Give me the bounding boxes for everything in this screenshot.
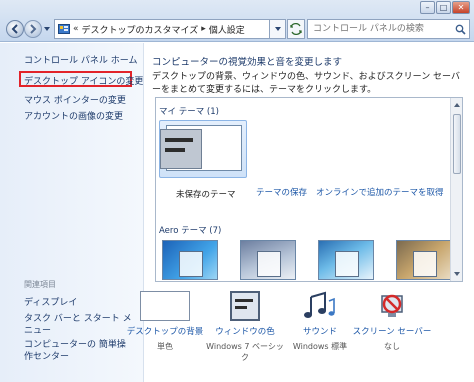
- aero-themes-title: Aero テーマ (7): [159, 226, 222, 236]
- display-link[interactable]: ディスプレイ: [24, 295, 77, 308]
- arrow-right-icon: [30, 24, 37, 34]
- scrollbar-thumb[interactable]: [453, 114, 461, 174]
- window-color-icon: [230, 291, 260, 321]
- theme-window-preview: [160, 129, 202, 169]
- search-input[interactable]: [313, 21, 453, 37]
- aero-theme-tile[interactable]: [240, 240, 296, 280]
- taskbar-start-menu-link[interactable]: タスク バーと スタート メニュー: [24, 313, 134, 337]
- sound-link[interactable]: サウンド: [280, 325, 360, 337]
- screensaver-icon: [381, 294, 403, 317]
- scroll-down-icon[interactable]: [453, 270, 461, 278]
- forward-button[interactable]: [24, 20, 42, 38]
- aero-theme-tile[interactable]: [318, 240, 374, 280]
- page-description: デスクトップの背景、ウィンドウの色、サウンド、およびスクリーン セーバーをまとめ…: [152, 72, 460, 95]
- left-navigation-pane: コントロール パネル ホーム デスクトップ アイコンの変更 マウス ポインターの…: [0, 43, 144, 382]
- address-bar[interactable]: « デスクトップのカスタマイズ ▸ 個人設定: [54, 19, 270, 39]
- window-color-setting[interactable]: ウィンドウの色 Windows 7 ベーシック: [205, 291, 285, 363]
- scroll-up-icon[interactable]: [453, 101, 461, 109]
- refresh-button[interactable]: [287, 19, 305, 39]
- screensaver-link[interactable]: スクリーン セーバー: [352, 325, 432, 337]
- desktop-background-icon: [140, 291, 190, 321]
- path-separator: «: [73, 24, 79, 34]
- change-desktop-icons-link[interactable]: デスクトップ アイコンの変更: [24, 74, 143, 87]
- address-dropdown-button[interactable]: [270, 19, 286, 39]
- sound-setting[interactable]: サウンド Windows 標準: [280, 291, 360, 352]
- theme-list[interactable]: マイ テーマ (1) 未保存のテーマ テーマの保存 オンラインで追加のテーマを取…: [155, 97, 463, 282]
- screensaver-setting[interactable]: スクリーン セーバー なし: [352, 291, 432, 352]
- desktop-background-value: 単色: [157, 342, 173, 351]
- chevron-down-icon: [274, 27, 281, 31]
- breadcrumb-item-current[interactable]: 個人設定: [209, 23, 245, 36]
- theme-list-scrollbar[interactable]: [450, 98, 462, 281]
- change-mouse-pointers-link[interactable]: マウス ポインターの変更: [24, 93, 126, 106]
- unsaved-theme-label: 未保存のテーマ: [176, 190, 236, 200]
- breadcrumb-separator[interactable]: ▸: [201, 24, 206, 34]
- my-themes-title: マイ テーマ (1): [159, 107, 219, 117]
- control-panel-icon: [58, 24, 70, 34]
- title-bar: – □ ✕ « デスクトップのカスタマイズ ▸ 個人設定: [0, 0, 474, 42]
- desktop-background-link[interactable]: デスクトップの背景: [125, 325, 205, 337]
- related-section-title: 関連項目: [24, 280, 56, 289]
- maximize-button[interactable]: □: [436, 1, 451, 14]
- close-button[interactable]: ✕: [452, 1, 470, 14]
- window-controls: – □ ✕: [420, 1, 470, 14]
- window-color-value: Windows 7 ベーシック: [206, 342, 284, 362]
- save-theme-link[interactable]: テーマの保存: [256, 186, 307, 198]
- refresh-icon: [290, 23, 302, 35]
- arrow-left-icon: [11, 24, 18, 34]
- main-content: コンピューターの視覚効果と音を変更します デスクトップの背景、ウィンドウの色、サ…: [127, 43, 474, 382]
- control-panel-home-link[interactable]: コントロール パネル ホーム: [24, 53, 137, 66]
- sound-icon: [304, 291, 335, 318]
- back-button[interactable]: [6, 20, 24, 38]
- desktop-background-setting[interactable]: デスクトップの背景 単色: [125, 291, 205, 352]
- aero-theme-tile[interactable]: [162, 240, 218, 280]
- unsaved-theme-tile[interactable]: 未保存のテーマ: [159, 120, 247, 200]
- page-title: コンピューターの視覚効果と音を変更します: [152, 57, 343, 68]
- get-more-themes-online-link[interactable]: オンラインで追加のテーマを取得: [316, 186, 444, 198]
- breadcrumb-item[interactable]: デスクトップのカスタマイズ: [82, 23, 199, 36]
- minimize-button[interactable]: –: [420, 1, 435, 14]
- ease-of-access-center-link[interactable]: コンピューターの 簡単操作センター: [24, 339, 134, 363]
- aero-theme-tile[interactable]: [396, 240, 452, 280]
- search-box[interactable]: [307, 19, 470, 39]
- change-account-picture-link[interactable]: アカウントの画像の変更: [24, 109, 123, 122]
- screensaver-value: なし: [384, 342, 400, 351]
- search-icon[interactable]: [455, 24, 466, 35]
- window-color-link[interactable]: ウィンドウの色: [205, 325, 285, 337]
- sound-value: Windows 標準: [292, 342, 348, 351]
- recent-pages-dropdown-icon[interactable]: [43, 25, 51, 33]
